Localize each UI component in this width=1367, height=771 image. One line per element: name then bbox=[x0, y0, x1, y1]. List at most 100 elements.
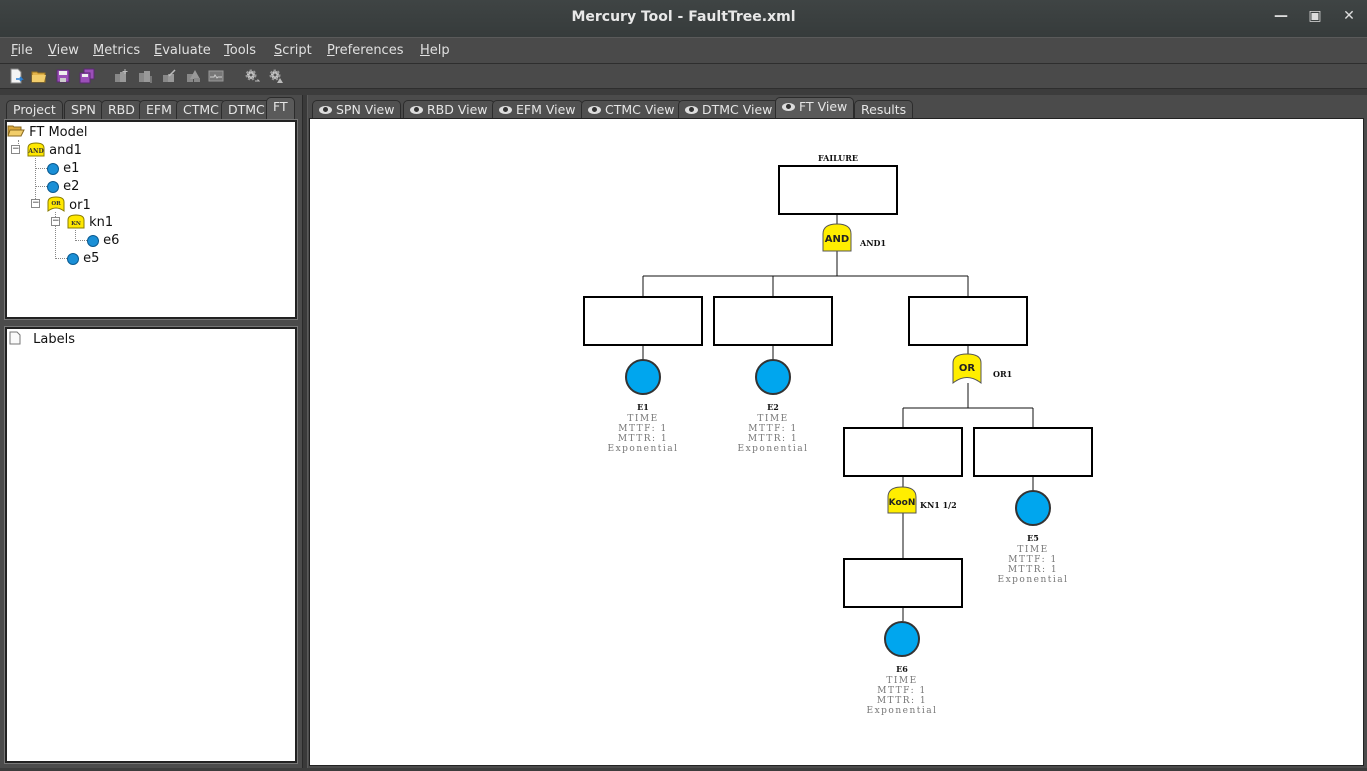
top-event-box[interactable] bbox=[778, 165, 898, 215]
event-e2-details: TIME MTTF: 1 MTTR: 1 Exponential bbox=[738, 414, 809, 454]
tree-node-e2[interactable]: e2 bbox=[47, 178, 79, 194]
tab-spn-view[interactable]: SPN View bbox=[312, 100, 402, 119]
and-gate[interactable]: AND bbox=[822, 223, 852, 252]
menu-preferences-mnemonic: P bbox=[327, 43, 335, 58]
collapse-toggle[interactable]: − bbox=[11, 145, 20, 154]
maximize-button[interactable]: ▣ bbox=[1305, 8, 1325, 28]
tab-ft-view[interactable]: FT View bbox=[775, 97, 855, 119]
event-detail: TIME bbox=[757, 414, 788, 424]
event-detail: Exponential bbox=[998, 575, 1069, 585]
basic-event-icon bbox=[47, 163, 59, 175]
chart-icon[interactable] bbox=[208, 68, 224, 84]
edit-component-icon[interactable] bbox=[161, 68, 177, 84]
basic-event-e5[interactable] bbox=[1015, 490, 1051, 526]
tab-rbd[interactable]: RBD bbox=[101, 100, 142, 119]
tab-ft[interactable]: FT bbox=[266, 97, 295, 119]
close-button[interactable]: ✕ bbox=[1339, 8, 1359, 28]
tree-node-label: e1 bbox=[63, 161, 80, 176]
save-all-icon[interactable] bbox=[79, 68, 95, 84]
or-gate-symbol: OR bbox=[959, 363, 976, 374]
tab-spn[interactable]: SPN bbox=[64, 100, 103, 119]
tab-dtmc-view[interactable]: DTMC View bbox=[678, 100, 780, 119]
warning-component-icon[interactable] bbox=[185, 68, 201, 84]
tab-rbd-view[interactable]: RBD View bbox=[403, 100, 495, 119]
tab-ctmc[interactable]: CTMC bbox=[176, 100, 226, 119]
tree-node-e6[interactable]: e6 bbox=[87, 232, 119, 248]
tree-root-label: FT Model bbox=[29, 125, 88, 140]
tab-label: CTMC View bbox=[605, 102, 675, 117]
event-detail: TIME bbox=[1017, 545, 1048, 555]
menu-script[interactable]: Script bbox=[274, 43, 312, 58]
open-folder-icon[interactable] bbox=[31, 68, 47, 84]
koon-gate[interactable]: KooN bbox=[887, 486, 917, 514]
ft-canvas[interactable]: FAILURE AND AND1 E1 TIME MTTF: 1 MTTR: 1… bbox=[309, 118, 1364, 766]
menu-metrics[interactable]: Metrics bbox=[93, 43, 140, 58]
menu-preferences-rest: references bbox=[334, 43, 404, 58]
connector-line bbox=[902, 476, 1034, 490]
event-box-kn1[interactable] bbox=[843, 427, 963, 477]
remove-component-icon[interactable] bbox=[137, 68, 153, 84]
event-box-e1[interactable] bbox=[583, 296, 703, 346]
menu-file-rest: ile bbox=[17, 43, 33, 58]
or-gate[interactable]: OR bbox=[952, 353, 982, 385]
collapse-toggle[interactable]: − bbox=[31, 199, 40, 208]
add-component-icon[interactable] bbox=[113, 68, 129, 84]
event-detail: Exponential bbox=[867, 706, 938, 716]
basic-event-icon bbox=[47, 181, 59, 193]
eye-icon bbox=[685, 105, 698, 114]
event-box-or1[interactable] bbox=[908, 296, 1028, 346]
event-detail: MTTR: 1 bbox=[748, 434, 798, 444]
event-detail: TIME bbox=[886, 676, 917, 686]
eye-icon bbox=[782, 102, 795, 111]
event-box-e2[interactable] bbox=[713, 296, 833, 346]
labels-title: Labels bbox=[33, 332, 75, 347]
tree-node-and1[interactable]: AND and1 bbox=[27, 142, 82, 158]
basic-event-e2[interactable] bbox=[755, 359, 791, 395]
basic-event-e1[interactable] bbox=[625, 359, 661, 395]
event-detail: Exponential bbox=[738, 444, 809, 454]
tree-node-label: kn1 bbox=[89, 215, 114, 230]
labels-node[interactable]: Labels bbox=[9, 331, 75, 347]
and-gate-label: AND1 bbox=[859, 238, 886, 248]
tree-node-kn1[interactable]: KN kn1 bbox=[67, 214, 113, 230]
tab-label: RBD View bbox=[427, 102, 488, 117]
menu-view-rest: iew bbox=[56, 43, 79, 58]
menu-tools[interactable]: Tools bbox=[224, 43, 256, 58]
tab-efm[interactable]: EFM bbox=[139, 100, 179, 119]
tree-root[interactable]: FT Model bbox=[7, 124, 88, 140]
tab-ctmc-view[interactable]: CTMC View bbox=[581, 100, 682, 119]
save-icon[interactable] bbox=[55, 68, 71, 84]
new-file-icon[interactable] bbox=[8, 68, 24, 84]
collapse-toggle[interactable]: − bbox=[51, 217, 60, 226]
tree-node-label: and1 bbox=[49, 143, 82, 158]
basic-event-e6[interactable] bbox=[884, 621, 920, 657]
tree-node-e5[interactable]: e5 bbox=[67, 250, 99, 266]
menu-evaluate[interactable]: Evaluate bbox=[154, 43, 211, 58]
event-box-e5[interactable] bbox=[973, 427, 1093, 477]
tab-project[interactable]: Project bbox=[6, 100, 63, 119]
menu-help[interactable]: Help bbox=[420, 43, 450, 58]
menu-evaluate-rest: valuate bbox=[162, 43, 211, 58]
tab-efm-view[interactable]: EFM View bbox=[492, 100, 583, 119]
event-e5-id: E5 bbox=[1027, 533, 1039, 543]
tab-dtmc[interactable]: DTMC bbox=[221, 100, 272, 119]
tree-node-or1[interactable]: OR or1 bbox=[47, 196, 91, 213]
event-e2-id: E2 bbox=[767, 402, 779, 412]
settings-warning-icon[interactable] bbox=[268, 68, 284, 84]
top-event-label: FAILURE bbox=[818, 153, 858, 163]
event-e6-details: TIME MTTF: 1 MTTR: 1 Exponential bbox=[867, 676, 938, 716]
minimize-button[interactable]: — bbox=[1271, 8, 1291, 28]
tree-node-e1[interactable]: e1 bbox=[47, 160, 79, 176]
menu-view[interactable]: View bbox=[48, 43, 79, 58]
menu-script-rest: cript bbox=[282, 43, 312, 58]
tree-node-label: e2 bbox=[63, 179, 80, 194]
event-box-e6[interactable] bbox=[843, 558, 963, 608]
title-bar: Mercury Tool - FaultTree.xml — ▣ ✕ bbox=[0, 0, 1367, 37]
menu-file[interactable]: File bbox=[11, 43, 33, 58]
tab-results[interactable]: Results bbox=[854, 100, 914, 119]
menu-preferences[interactable]: Preferences bbox=[327, 43, 403, 58]
connector-line bbox=[642, 345, 774, 359]
settings-run-icon[interactable] bbox=[244, 68, 260, 84]
fault-tree-diagram[interactable]: FAILURE AND AND1 E1 TIME MTTF: 1 MTTR: 1… bbox=[310, 119, 1365, 767]
event-e1-details: TIME MTTF: 1 MTTR: 1 Exponential bbox=[608, 414, 677, 454]
